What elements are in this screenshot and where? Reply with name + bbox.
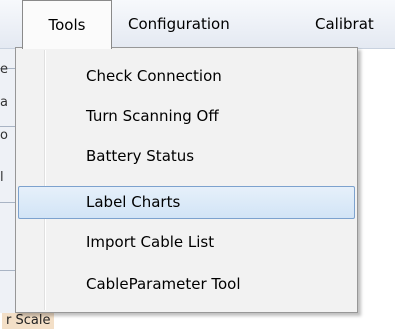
background-text-fragment: l [0,170,4,185]
background-status-row [0,313,395,329]
menu-tools[interactable]: Tools [22,0,112,49]
background-text-fragment: o [0,128,8,143]
menu-item-check-connection[interactable]: Check Connection [18,60,355,93]
menu-item-import-cable-list[interactable]: Import Cable List [18,226,355,259]
background-text-fragment: a [0,95,8,110]
tools-dropdown-menu: Check Connection Turn Scanning Off Batte… [15,47,358,313]
menu-item-battery-status[interactable]: Battery Status [18,140,355,173]
menu-configuration[interactable]: Configuration [128,0,230,47]
menu-item-label-charts[interactable]: Label Charts [18,186,355,219]
background-scale-label: r Scale [2,313,55,329]
menu-item-turn-scanning-off[interactable]: Turn Scanning Off [18,100,355,133]
menu-calibration[interactable]: Calibrat [315,0,374,47]
menu-item-cableparameter-tool[interactable]: CableParameter Tool [18,268,355,301]
background-text-fragment: e [0,62,8,77]
menu-bar: Tools Configuration Calibrat [0,0,395,49]
